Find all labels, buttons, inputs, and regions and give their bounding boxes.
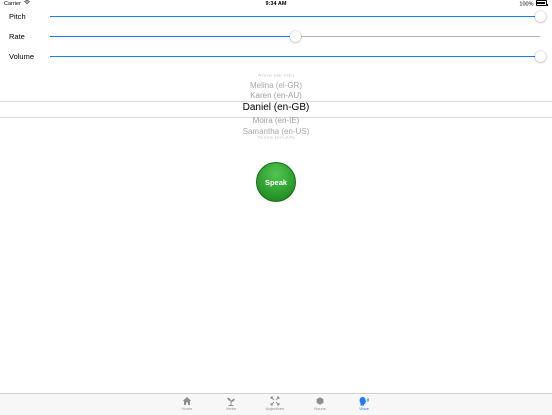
expand-icon (270, 396, 280, 406)
tab-voice[interactable]: Voice (342, 396, 386, 414)
pitch-slider-thumb[interactable] (534, 11, 546, 22)
voice-option[interactable]: Moira (en-IE) (0, 116, 552, 125)
tab-verbs[interactable]: Verbs (209, 396, 253, 414)
rate-slider-fill (50, 36, 295, 37)
pitch-label: Pitch (9, 12, 26, 21)
tab-bar: Home Verbs Adjectives Nouns Voice (0, 393, 552, 415)
voice-option[interactable]: Anna (de-DE) (0, 74, 552, 77)
voice-picker[interactable]: Anna (de-DE) Melina (el-GR) Karen (en-AU… (0, 72, 552, 144)
pitch-row: Pitch (0, 9, 552, 25)
volume-row: Volume (0, 49, 552, 65)
voice-option[interactable]: Melina (el-GR) (0, 81, 552, 90)
voice-option[interactable]: Tessa (en-ZA) (0, 136, 552, 139)
home-icon (182, 397, 192, 405)
voice-option[interactable]: Samantha (en-US) (0, 127, 552, 136)
rate-label: Rate (9, 32, 25, 41)
tab-label: Adjectives (265, 406, 285, 411)
tab-label: Nouns (314, 406, 326, 411)
clock: 9:34 AM (265, 1, 287, 7)
battery-icon (535, 0, 547, 6)
tab-label: Home (181, 406, 193, 411)
hexagon-icon (316, 397, 324, 405)
tab-home[interactable]: Home (165, 396, 209, 414)
status-bar: Carrier 9:34 AM 100% (0, 0, 552, 9)
sprout-icon (227, 397, 235, 406)
tab-adjectives[interactable]: Adjectives (253, 396, 297, 414)
volume-label: Volume (9, 52, 35, 61)
rate-row: Rate (0, 29, 552, 45)
speaking-head-icon (359, 397, 369, 406)
volume-slider[interactable] (50, 51, 546, 62)
voice-option[interactable]: Karen (en-AU) (0, 91, 552, 100)
pitch-slider-fill (50, 16, 540, 17)
voice-option-selected[interactable]: Daniel (en-GB) (0, 102, 552, 113)
rate-slider[interactable] (50, 31, 540, 42)
volume-slider-fill (50, 56, 540, 57)
speak-button[interactable]: Speak (256, 162, 296, 202)
tab-label: Verbs (225, 406, 237, 411)
battery-tip-icon (547, 3, 548, 6)
tab-label: Voice (359, 406, 369, 411)
pitch-slider[interactable] (50, 11, 546, 22)
battery-percent: 100% (519, 1, 534, 8)
rate-slider-thumb[interactable] (289, 31, 301, 42)
volume-slider-thumb[interactable] (534, 51, 546, 62)
tab-nouns[interactable]: Nouns (298, 396, 342, 414)
